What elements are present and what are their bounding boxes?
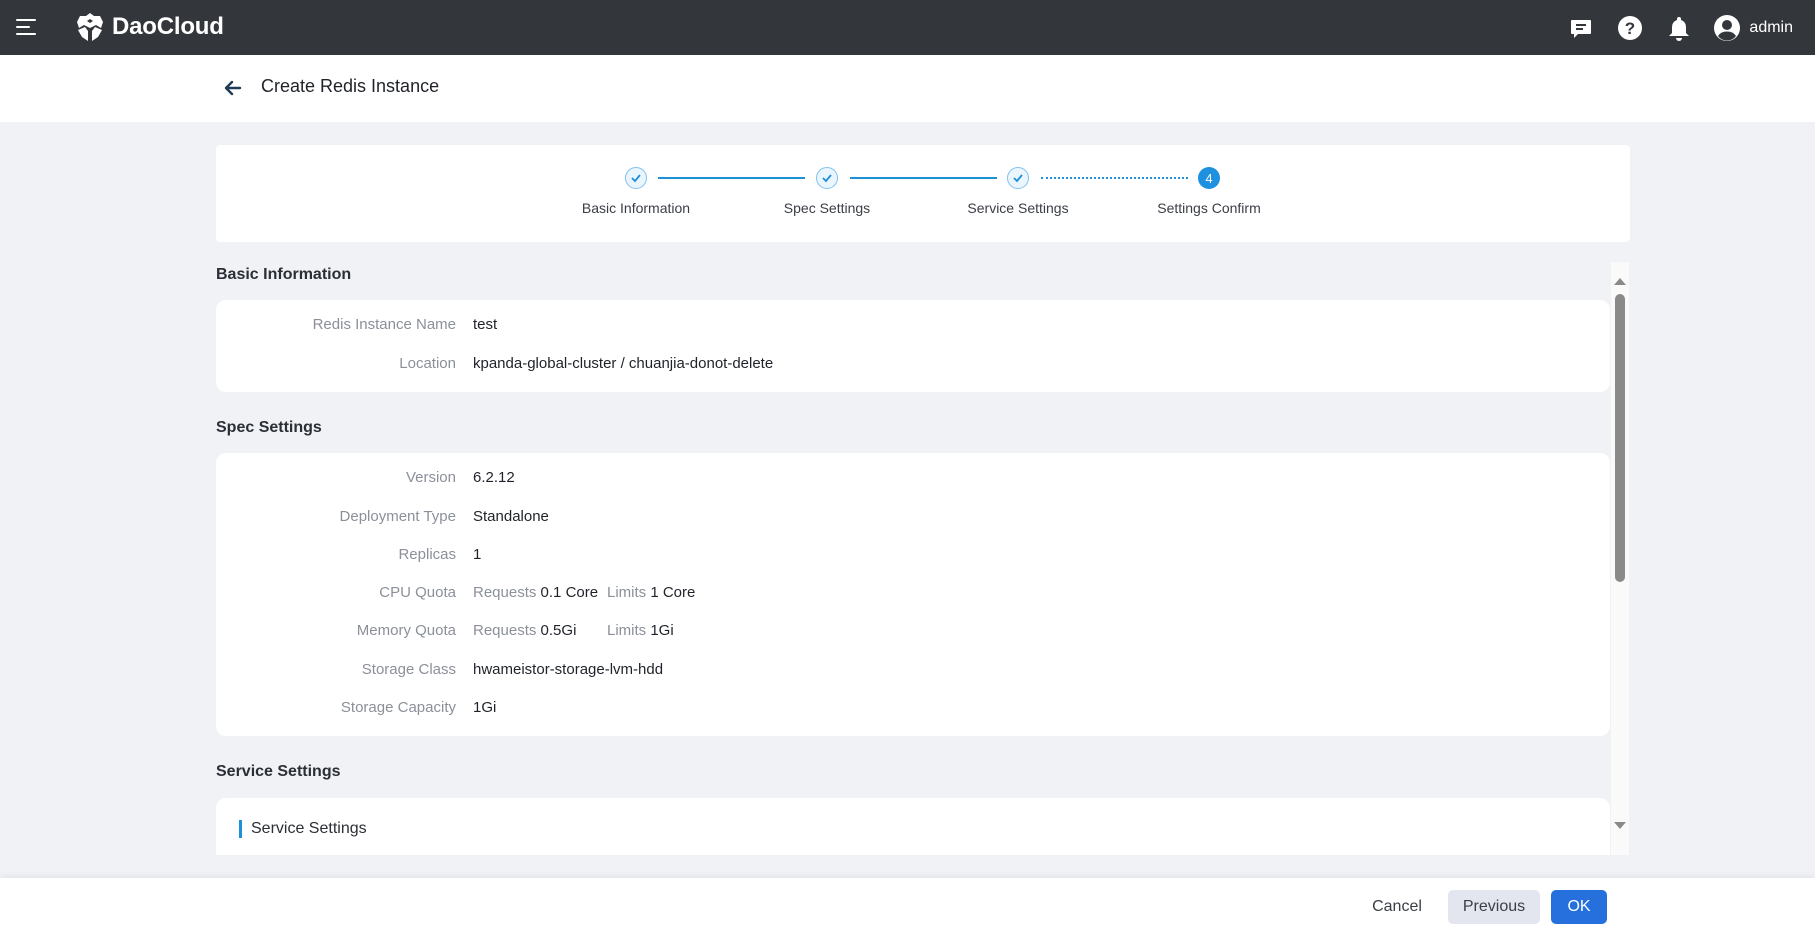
user-menu[interactable]: admin	[1713, 14, 1793, 42]
step-label: Spec Settings	[783, 200, 871, 216]
basic-information-card: Redis Instance Name test Location kpanda…	[216, 300, 1610, 392]
detail-row: Location kpanda-global-cluster / chuanji…	[216, 355, 1610, 377]
daocloud-logo-icon	[77, 13, 103, 41]
page-header: Create Redis Instance	[0, 55, 1815, 122]
stepper: Basic Information Spec Settings Service …	[216, 145, 1630, 242]
detail-row: Storage Capacity 1Gi	[216, 699, 1610, 721]
detail-row: Replicas 1	[216, 546, 1610, 568]
field-value: test	[473, 316, 498, 333]
section-title-spec-settings: Spec Settings	[216, 419, 322, 436]
field-label: Replicas	[398, 546, 456, 563]
cancel-button[interactable]: Cancel	[1362, 890, 1432, 924]
spec-settings-card: Version 6.2.12 Deployment Type Standalon…	[216, 453, 1610, 736]
field-label: Version	[405, 469, 456, 486]
menu-icon[interactable]	[14, 15, 40, 39]
requests-label: Requests	[473, 622, 537, 639]
accent-bar	[239, 820, 242, 838]
cpu-limits-value: 1 Core	[650, 584, 696, 601]
confirm-content: Basic Information Redis Instance Name te…	[216, 262, 1630, 855]
detail-row: Version 6.2.12	[216, 469, 1610, 491]
field-label: Redis Instance Name	[312, 316, 456, 333]
cpu-requests-value: 0.1 Core	[540, 584, 599, 601]
daocloud-logo[interactable]: DaoCloud	[74, 10, 224, 44]
limits-label: Limits	[607, 622, 647, 639]
footer-actions: Cancel Previous OK	[0, 878, 1815, 927]
check-icon	[625, 167, 647, 189]
service-settings-subtitle: Service Settings	[239, 820, 367, 838]
message-icon[interactable]	[1566, 13, 1596, 43]
page-title: Create Redis Instance	[261, 76, 440, 96]
section-title-basic-information: Basic Information	[216, 266, 352, 283]
scroll-down-arrow-icon[interactable]	[1614, 822, 1626, 829]
service-settings-card: Service Settings	[216, 798, 1610, 855]
username: admin	[1749, 18, 1793, 36]
field-label: Location	[399, 355, 456, 372]
field-value: hwameistor-storage-lvm-hdd	[473, 661, 664, 678]
field-label: CPU Quota	[379, 584, 456, 601]
field-value: 1Gi	[473, 699, 497, 716]
step-label: Service Settings	[967, 200, 1069, 216]
step-label: Settings Confirm	[1157, 200, 1261, 216]
detail-row: Deployment Type Standalone	[216, 508, 1610, 530]
step-service-settings: Service Settings	[938, 167, 1098, 216]
detail-row: CPU Quota Requests 0.1 Core Limits 1 Cor…	[216, 584, 1610, 606]
user-avatar-icon	[1714, 14, 1741, 41]
scrollbar-thumb[interactable]	[1615, 294, 1625, 582]
check-icon	[816, 167, 838, 189]
field-value: Standalone	[473, 508, 549, 525]
field-value: kpanda-global-cluster / chuanjia-donot-d…	[473, 355, 774, 372]
field-label: Memory Quota	[356, 622, 456, 639]
vertical-scrollbar[interactable]	[1611, 262, 1629, 855]
step-basic-information: Basic Information	[556, 167, 716, 216]
svg-text:?: ?	[1625, 19, 1635, 38]
field-label: Storage Capacity	[340, 699, 456, 716]
memory-requests-value: 0.5Gi	[540, 622, 577, 639]
previous-button[interactable]: Previous	[1448, 890, 1540, 924]
step-spec-settings: Spec Settings	[747, 167, 907, 216]
field-value: 6.2.12	[473, 469, 515, 486]
subtitle-text: Service Settings	[251, 820, 367, 837]
step-label: Basic Information	[581, 200, 691, 216]
step-settings-confirm: 4 Settings Confirm	[1129, 167, 1289, 216]
memory-limits-value: 1Gi	[650, 622, 674, 639]
help-icon[interactable]: ?	[1615, 13, 1645, 43]
field-label: Deployment Type	[339, 508, 456, 525]
brand-name: DaoCloud	[112, 13, 224, 40]
section-title-service-settings: Service Settings	[216, 763, 341, 780]
scroll-up-arrow-icon[interactable]	[1614, 278, 1626, 285]
limits-label: Limits	[607, 584, 647, 601]
ok-button[interactable]: OK	[1551, 890, 1607, 924]
step-number: 4	[1198, 167, 1220, 189]
back-arrow-icon[interactable]	[222, 77, 244, 99]
detail-row: Storage Class hwameistor-storage-lvm-hdd	[216, 661, 1610, 683]
detail-row: Memory Quota Requests 0.5Gi Limits 1Gi	[216, 622, 1610, 644]
top-navigation-bar: DaoCloud ? admin	[0, 0, 1815, 55]
bell-icon[interactable]	[1664, 13, 1694, 43]
field-label: Storage Class	[361, 661, 456, 678]
requests-label: Requests	[473, 584, 537, 601]
check-icon	[1007, 167, 1029, 189]
detail-row: Redis Instance Name test	[216, 316, 1610, 338]
field-value: 1	[473, 546, 482, 563]
